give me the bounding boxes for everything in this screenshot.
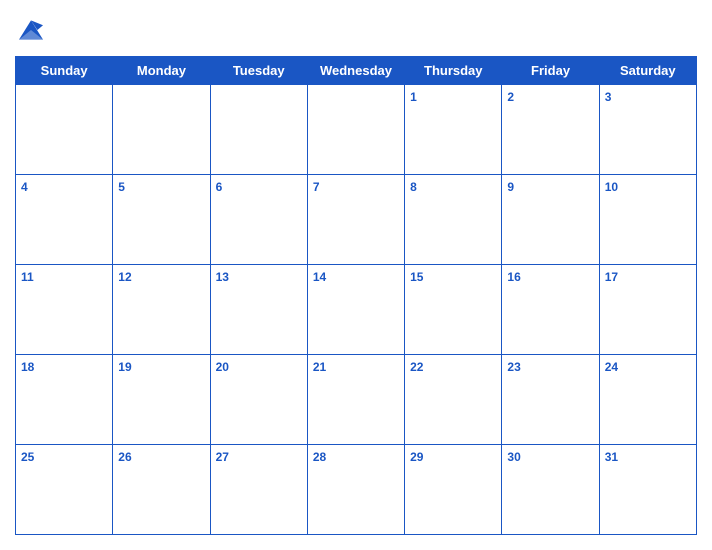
calendar-cell: 5	[113, 175, 210, 265]
calendar-cell: 19	[113, 355, 210, 445]
week-row-5: 25 26 27 28 29 30 31	[16, 445, 697, 535]
calendar-cell: 12	[113, 265, 210, 355]
logo	[15, 14, 51, 46]
calendar-cell: 30	[502, 445, 599, 535]
day-number: 13	[216, 270, 229, 284]
day-number: 22	[410, 360, 423, 374]
calendar-cell: 8	[405, 175, 502, 265]
day-number: 17	[605, 270, 618, 284]
calendar-cell: 7	[307, 175, 404, 265]
weekday-header-thursday: Thursday	[405, 57, 502, 85]
day-number: 20	[216, 360, 229, 374]
calendar-cell: 31	[599, 445, 696, 535]
day-number: 1	[410, 90, 417, 104]
calendar-body: 1234567891011121314151617181920212223242…	[16, 85, 697, 535]
calendar-cell	[307, 85, 404, 175]
day-number: 30	[507, 450, 520, 464]
day-number: 27	[216, 450, 229, 464]
calendar-cell: 26	[113, 445, 210, 535]
calendar-cell: 18	[16, 355, 113, 445]
logo-icon	[15, 14, 47, 46]
calendar-cell: 24	[599, 355, 696, 445]
weekday-header-saturday: Saturday	[599, 57, 696, 85]
calendar-cell: 10	[599, 175, 696, 265]
week-row-3: 11 12 13 14 15 16 17	[16, 265, 697, 355]
day-number: 29	[410, 450, 423, 464]
calendar-cell: 21	[307, 355, 404, 445]
calendar-cell: 23	[502, 355, 599, 445]
day-number: 19	[118, 360, 131, 374]
calendar-cell	[113, 85, 210, 175]
calendar-cell: 9	[502, 175, 599, 265]
calendar-cell: 17	[599, 265, 696, 355]
day-number: 31	[605, 450, 618, 464]
day-number: 15	[410, 270, 423, 284]
day-number: 10	[605, 180, 618, 194]
calendar-cell	[16, 85, 113, 175]
calendar-cell: 15	[405, 265, 502, 355]
weekday-header-sunday: Sunday	[16, 57, 113, 85]
day-number: 2	[507, 90, 514, 104]
day-number: 23	[507, 360, 520, 374]
calendar-header	[15, 10, 697, 50]
day-number: 18	[21, 360, 34, 374]
calendar-cell: 14	[307, 265, 404, 355]
week-row-4: 18 19 20 21 22 23 24	[16, 355, 697, 445]
calendar-cell: 6	[210, 175, 307, 265]
calendar-cell: 13	[210, 265, 307, 355]
calendar-cell: 25	[16, 445, 113, 535]
week-row-2: 4 5 6 7 8 9 10	[16, 175, 697, 265]
day-number: 7	[313, 180, 320, 194]
weekday-header-monday: Monday	[113, 57, 210, 85]
calendar-cell: 11	[16, 265, 113, 355]
day-number: 28	[313, 450, 326, 464]
weekday-header-friday: Friday	[502, 57, 599, 85]
day-number: 26	[118, 450, 131, 464]
calendar-cell: 2	[502, 85, 599, 175]
calendar-cell: 27	[210, 445, 307, 535]
calendar-cell: 28	[307, 445, 404, 535]
day-number: 11	[21, 270, 34, 284]
calendar-table: SundayMondayTuesdayWednesdayThursdayFrid…	[15, 56, 697, 535]
calendar-cell: 29	[405, 445, 502, 535]
day-number: 25	[21, 450, 34, 464]
day-number: 21	[313, 360, 326, 374]
day-number: 5	[118, 180, 125, 194]
day-number: 3	[605, 90, 612, 104]
day-number: 6	[216, 180, 223, 194]
calendar-cell: 1	[405, 85, 502, 175]
day-number: 8	[410, 180, 417, 194]
day-number: 12	[118, 270, 131, 284]
calendar-cell: 22	[405, 355, 502, 445]
day-number: 9	[507, 180, 514, 194]
weekday-header-row: SundayMondayTuesdayWednesdayThursdayFrid…	[16, 57, 697, 85]
day-number: 4	[21, 180, 28, 194]
day-number: 24	[605, 360, 618, 374]
calendar-cell	[210, 85, 307, 175]
calendar-cell: 4	[16, 175, 113, 265]
calendar-cell: 20	[210, 355, 307, 445]
day-number: 16	[507, 270, 520, 284]
week-row-1: 1 2 3	[16, 85, 697, 175]
calendar-cell: 16	[502, 265, 599, 355]
weekday-header-tuesday: Tuesday	[210, 57, 307, 85]
day-number: 14	[313, 270, 326, 284]
weekday-header-wednesday: Wednesday	[307, 57, 404, 85]
calendar-cell: 3	[599, 85, 696, 175]
